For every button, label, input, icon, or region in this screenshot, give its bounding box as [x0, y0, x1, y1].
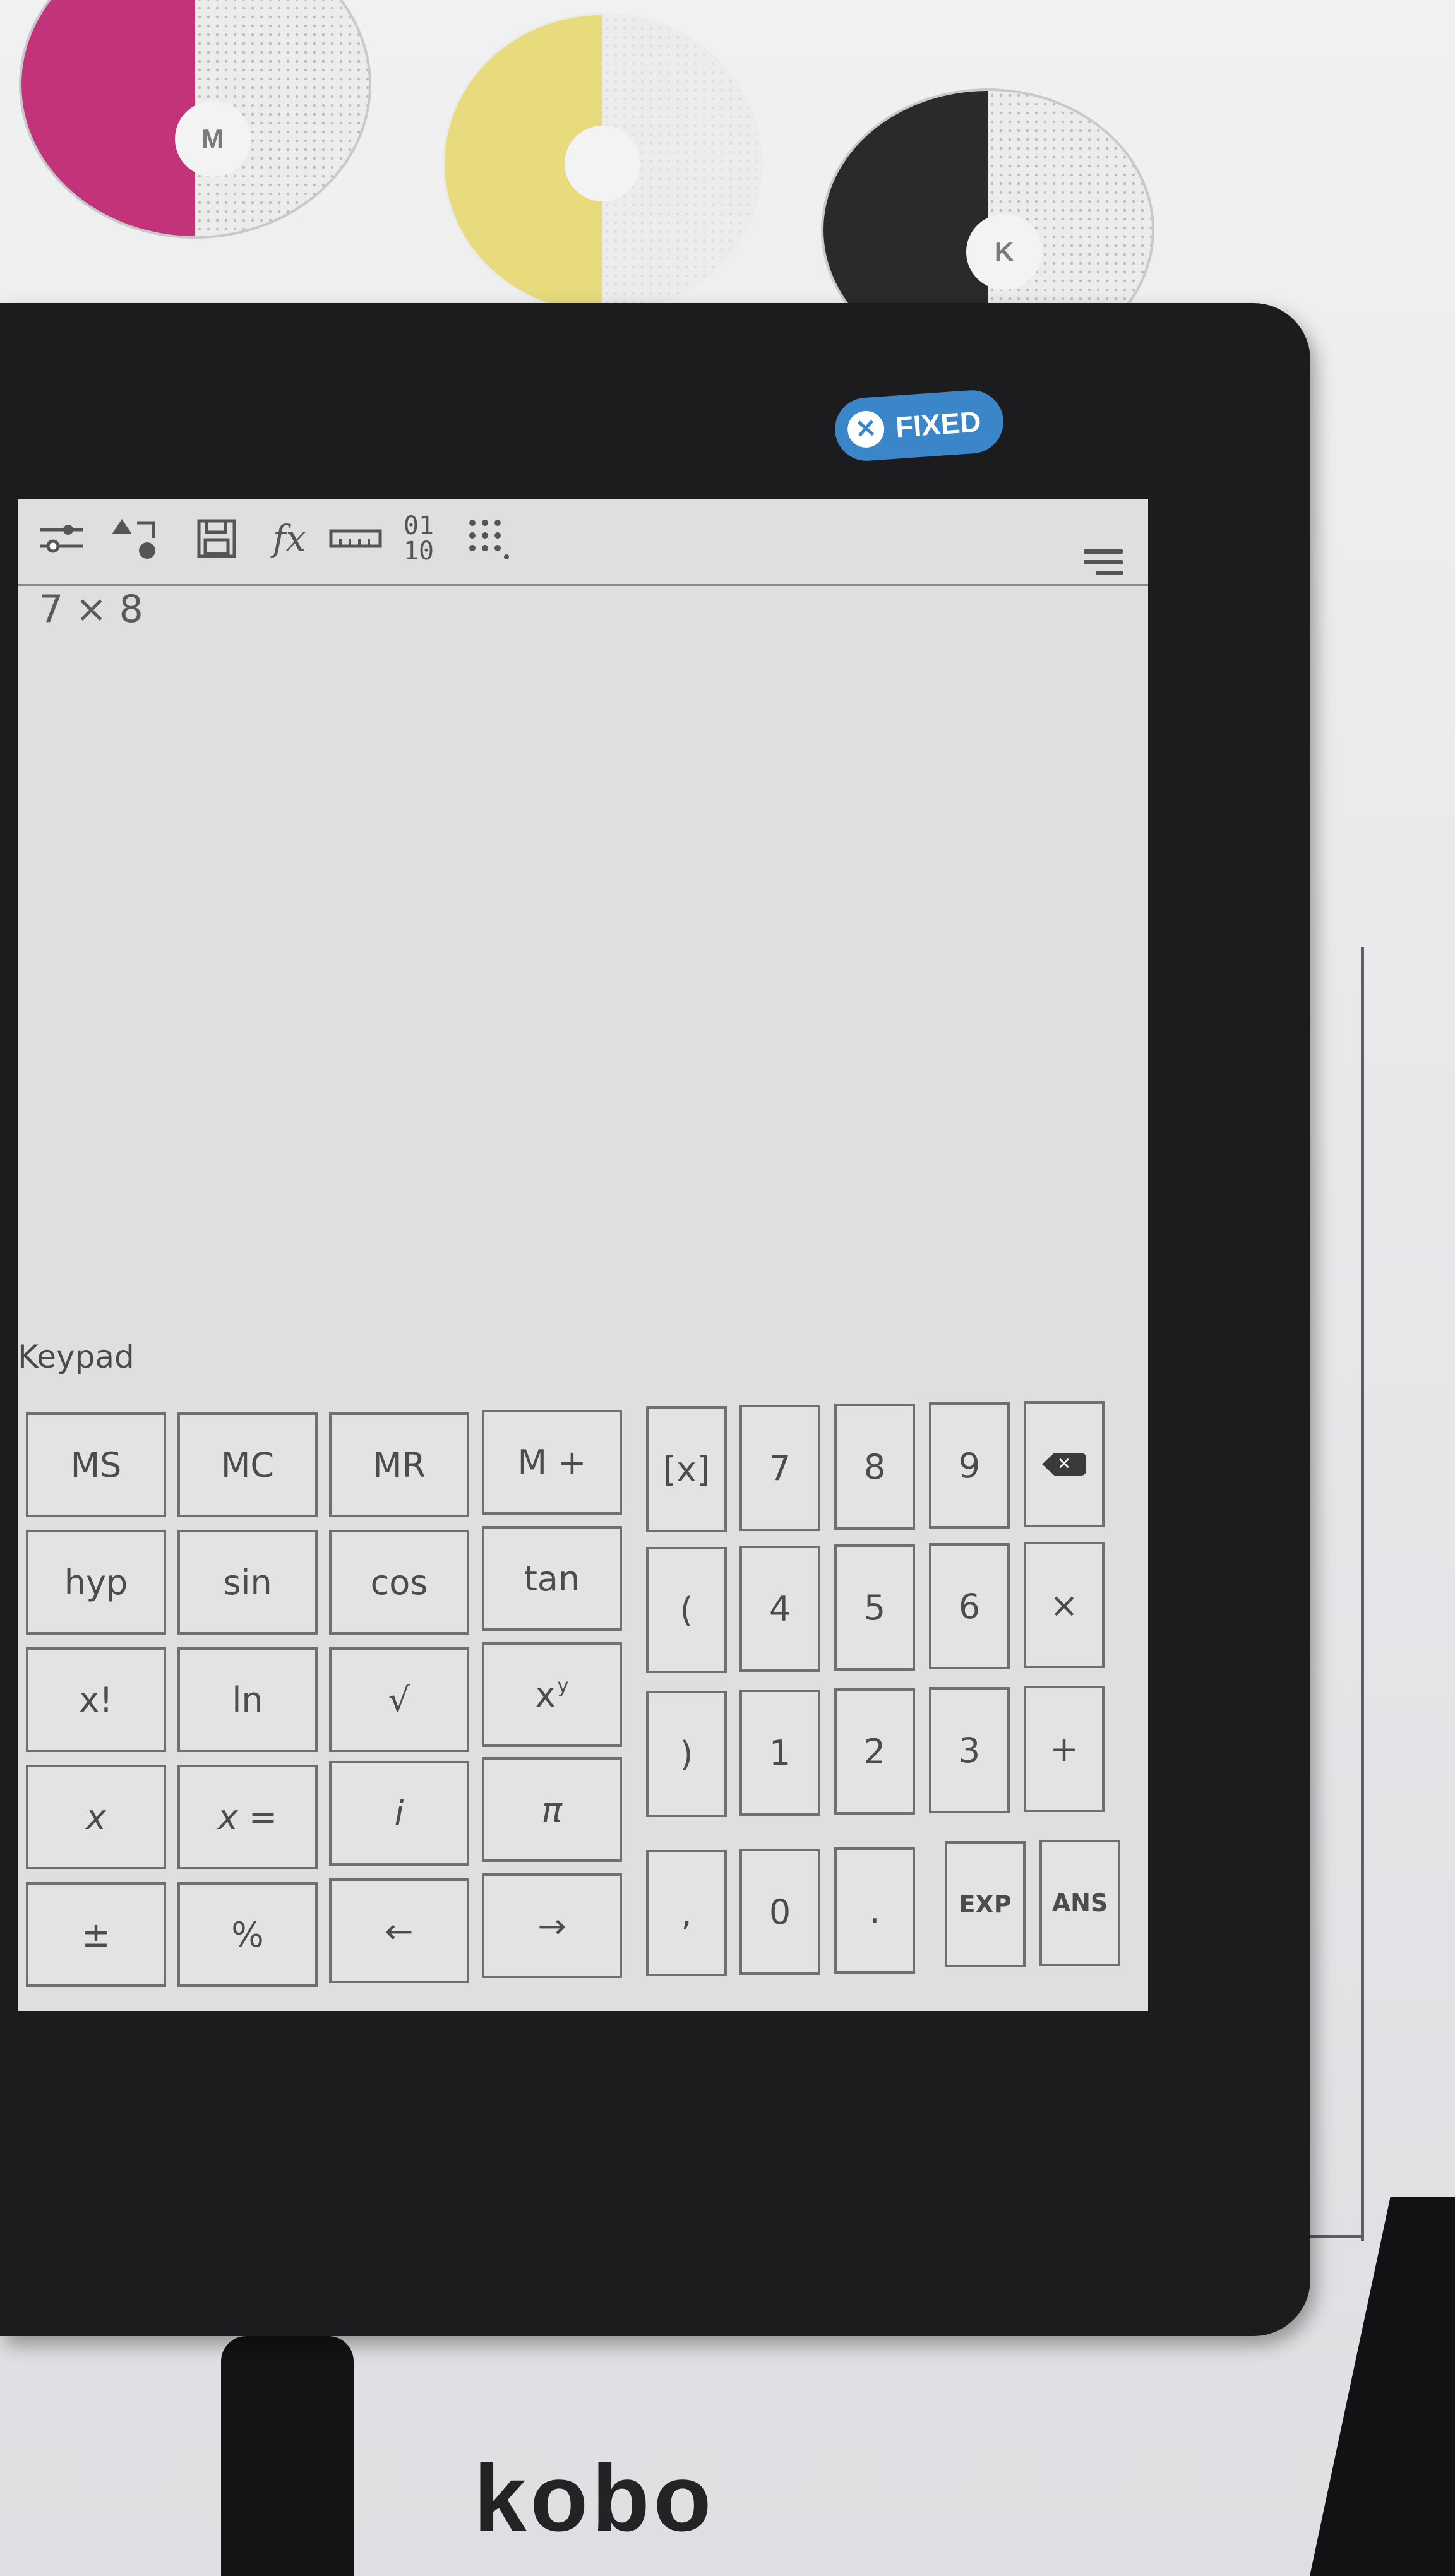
key-x-equals[interactable]: x =: [177, 1765, 318, 1869]
key-factorial[interactable]: x!: [26, 1647, 166, 1752]
menu-icon[interactable]: [1084, 549, 1123, 587]
power-superscript: y: [557, 1674, 569, 1697]
binary-label-bottom: 10: [403, 537, 434, 566]
key-abs[interactable]: [x]: [646, 1406, 727, 1532]
key-sin[interactable]: sin: [177, 1530, 318, 1635]
stylus: [221, 2336, 354, 2576]
keypad-title: Keypad: [18, 1339, 135, 1375]
key-7[interactable]: 7: [739, 1405, 820, 1531]
grid-icon[interactable]: [463, 516, 513, 561]
key-sqrt[interactable]: √: [329, 1647, 469, 1752]
key-hyp[interactable]: hyp: [26, 1530, 166, 1635]
key-0[interactable]: 0: [739, 1849, 820, 1975]
key-power[interactable]: xy: [482, 1642, 622, 1747]
swatch-yellow: [442, 13, 763, 314]
key-cursor-right[interactable]: →: [482, 1873, 622, 1978]
expression-display[interactable]: 7 × 8: [39, 587, 143, 631]
function-icon[interactable]: fx: [264, 516, 314, 561]
save-icon[interactable]: [195, 516, 239, 561]
key-2[interactable]: 2: [834, 1688, 915, 1815]
key-cursor-left[interactable]: ←: [329, 1878, 469, 1983]
key-plus[interactable]: +: [1024, 1686, 1105, 1812]
swatch-magenta: M: [19, 0, 371, 239]
shapes-icon[interactable]: [106, 516, 163, 561]
binary-icon[interactable]: 01 10: [397, 511, 441, 566]
key-ans[interactable]: ANS: [1039, 1840, 1120, 1966]
backspace-icon: ✕: [1042, 1453, 1086, 1476]
key-open-paren[interactable]: (: [646, 1547, 727, 1673]
toolbar: fx 01 10: [18, 499, 1148, 586]
key-mc[interactable]: MC: [177, 1412, 318, 1517]
function-label: fx: [272, 518, 306, 559]
key-imaginary[interactable]: i: [329, 1761, 469, 1866]
binary-label-top: 01: [403, 511, 434, 540]
key-percent[interactable]: %: [177, 1882, 318, 1987]
swatch-letter-m: M: [201, 124, 224, 154]
key-tan[interactable]: tan: [482, 1526, 622, 1631]
fixed-badge-label: FIXED: [894, 405, 983, 444]
key-4[interactable]: 4: [739, 1546, 820, 1672]
key-ln[interactable]: ln: [177, 1647, 318, 1752]
key-close-paren[interactable]: ): [646, 1691, 727, 1817]
brand-logo: kobo: [474, 2445, 716, 2551]
sliders-icon[interactable]: [37, 516, 87, 561]
ruler-icon[interactable]: [327, 516, 384, 561]
key-multiply[interactable]: ×: [1024, 1542, 1105, 1668]
key-ms[interactable]: MS: [26, 1412, 166, 1517]
key-variable-x[interactable]: x: [26, 1765, 166, 1869]
key-3[interactable]: 3: [929, 1687, 1010, 1813]
key-6[interactable]: 6: [929, 1543, 1010, 1669]
key-plus-minus[interactable]: ±: [26, 1882, 166, 1987]
swatch-letter-k: K: [994, 237, 1014, 267]
paper-edge: [1317, 947, 1364, 2241]
key-decimal[interactable]: .: [834, 1847, 915, 1974]
key-1[interactable]: 1: [739, 1690, 820, 1816]
key-pi[interactable]: π: [482, 1757, 622, 1862]
fixed-badge: ✕ FIXED: [832, 388, 1006, 463]
calculator-screen: fx 01 10 7 × 8 Keypad MS MC MR M + hyp s…: [18, 499, 1148, 2011]
key-9[interactable]: 9: [929, 1402, 1010, 1529]
key-m-plus[interactable]: M +: [482, 1410, 622, 1515]
close-icon: ✕: [846, 409, 886, 449]
key-backspace[interactable]: ✕: [1024, 1401, 1105, 1527]
key-5[interactable]: 5: [834, 1544, 915, 1671]
key-comma[interactable]: ,: [646, 1850, 727, 1976]
key-8[interactable]: 8: [834, 1404, 915, 1530]
key-mr[interactable]: MR: [329, 1412, 469, 1517]
key-exp[interactable]: EXP: [945, 1841, 1026, 1967]
key-cos[interactable]: cos: [329, 1530, 469, 1635]
